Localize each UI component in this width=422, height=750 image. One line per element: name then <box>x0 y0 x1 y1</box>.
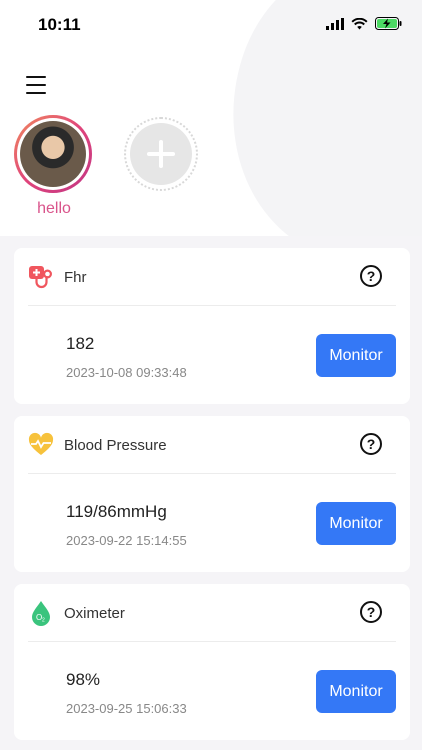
profile-name: hello <box>37 200 71 217</box>
plus-icon <box>130 123 192 185</box>
reading-timestamp: 2023-09-22 15:14:55 <box>66 533 187 548</box>
card-title: Blood Pressure <box>64 437 167 454</box>
svg-text:2: 2 <box>42 618 45 624</box>
reading-value: 182 <box>66 334 95 353</box>
menu-line <box>26 92 46 94</box>
monitor-button[interactable]: Monitor <box>316 670 396 713</box>
help-icon[interactable]: ? <box>360 601 382 623</box>
reading-value: 98% <box>66 670 101 689</box>
profile-list: hello <box>14 115 198 218</box>
add-profile-button[interactable] <box>124 117 198 191</box>
status-icons <box>326 17 402 30</box>
monitor-button[interactable]: Monitor <box>316 334 396 377</box>
wifi-icon <box>351 17 368 29</box>
stethoscope-icon <box>29 266 53 289</box>
profile-item[interactable]: hello <box>14 115 94 218</box>
heart-pulse-icon <box>28 432 54 455</box>
help-icon[interactable]: ? <box>360 433 382 455</box>
menu-button[interactable] <box>26 76 48 94</box>
measurement-list: Fhr ? 182 2023-10-08 09:33:48 Monitor Bl… <box>0 236 422 750</box>
help-icon[interactable]: ? <box>360 265 382 287</box>
signal-icon <box>326 17 344 30</box>
menu-line <box>26 76 46 78</box>
card-title: Oximeter <box>64 605 125 622</box>
measurement-card-fhr: Fhr ? 182 2023-10-08 09:33:48 Monitor <box>14 248 410 404</box>
reading-timestamp: 2023-10-08 09:33:48 <box>66 365 187 380</box>
oxygen-drop-icon: O 2 <box>32 601 50 626</box>
measurement-card-oximeter: O 2 Oximeter ? 98% 2023-09-25 15:06:33 M… <box>14 584 410 740</box>
avatar-ring <box>14 115 92 193</box>
battery-charging-icon <box>375 17 402 30</box>
reading-timestamp: 2023-09-25 15:06:33 <box>66 701 187 716</box>
menu-line <box>26 84 46 86</box>
measurement-card-blood-pressure: Blood Pressure ? 119/86mmHg 2023-09-22 1… <box>14 416 410 572</box>
avatar <box>20 121 86 187</box>
card-title: Fhr <box>64 269 87 286</box>
status-time: 10:11 <box>38 15 81 34</box>
status-bar: 10:11 <box>0 0 422 50</box>
monitor-button[interactable]: Monitor <box>316 502 396 545</box>
reading-value: 119/86mmHg <box>66 502 167 521</box>
